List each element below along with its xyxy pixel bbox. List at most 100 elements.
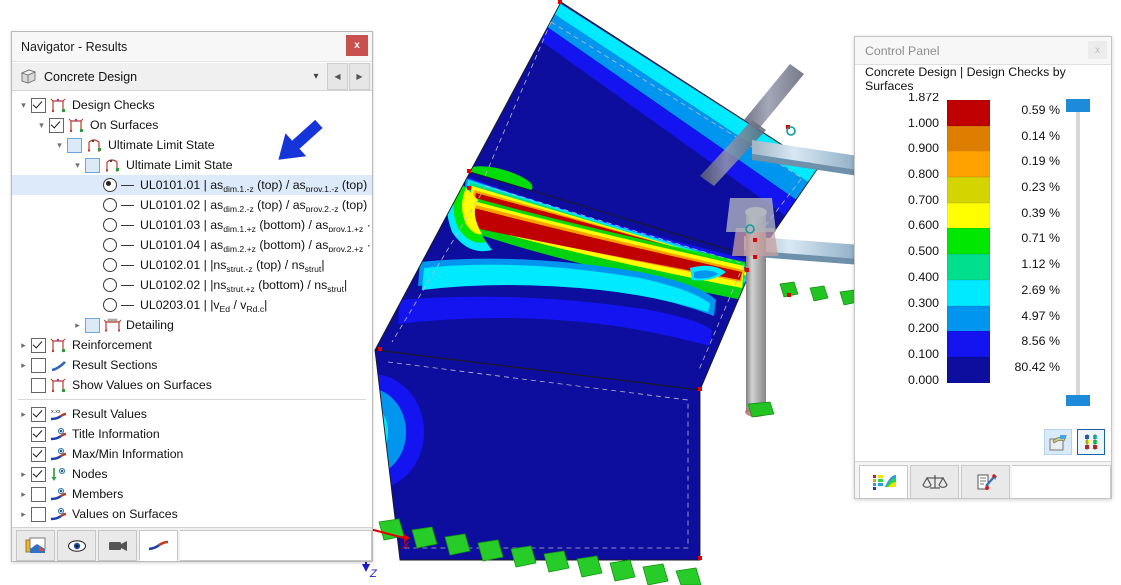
legend-color-swatch[interactable] — [947, 177, 990, 204]
navigator-close-button[interactable]: x — [346, 35, 368, 56]
legend-color-swatch[interactable] — [947, 254, 990, 281]
control-panel-tool-buttons[interactable] — [1044, 429, 1105, 455]
tree-item-label: UL0101.04 | asdim,2,+z (bottom) / asprov… — [140, 238, 372, 252]
checkbox-show-values-on-surfaces[interactable] — [31, 377, 46, 393]
chevron-right-icon[interactable]: ▸ — [16, 404, 31, 424]
tree-item-on-surfaces[interactable]: ▾ On Surfaces — [12, 115, 372, 135]
rainbow-icon — [50, 527, 67, 528]
checkbox-title-information[interactable] — [31, 426, 46, 442]
tree-item-detailing[interactable]: ▸ Detailing — [12, 315, 372, 335]
checkbox-result-values[interactable] — [31, 406, 46, 422]
tree-item-maxmin-information[interactable]: Max/Min Information — [12, 444, 372, 464]
chevron-down-icon[interactable]: ▾ — [16, 95, 31, 115]
checkbox-type-of-display[interactable] — [31, 526, 46, 527]
tree-item-label: UL0102.01 | |nsstrut,-z (top) / nsstrut| — [140, 258, 325, 272]
checkbox-nodes[interactable] — [31, 466, 46, 482]
radio-ul0203-01[interactable] — [103, 298, 117, 312]
chevron-down-icon[interactable]: ▾ — [34, 115, 49, 135]
line-style-swatch — [121, 264, 134, 266]
legend-color-swatch[interactable] — [947, 305, 990, 332]
navigator-title: Navigator - Results — [21, 39, 128, 54]
checkbox-detailing[interactable] — [85, 317, 100, 333]
legend-color-swatch[interactable] — [947, 279, 990, 306]
triangle-left-icon[interactable]: ◀ — [327, 63, 348, 90]
checkbox-ultimate-limit-state-2[interactable] — [85, 157, 100, 173]
tab-project[interactable] — [16, 530, 55, 561]
chevron-right-icon[interactable]: ▸ — [16, 464, 31, 484]
tree-item-ul0101-02[interactable]: UL0101.02 | asdim,2,-z (top) / asprov,2,… — [12, 195, 372, 215]
tree-item-reinforcement[interactable]: ▸ Reinforcement — [12, 335, 372, 355]
radio-ul0101-01[interactable] — [103, 178, 117, 192]
legend-color-swatch[interactable] — [947, 356, 990, 383]
legend-color-swatch[interactable] — [947, 228, 990, 255]
chevron-down-icon[interactable]: ▾ — [52, 135, 67, 155]
tree-item-ul0101-03[interactable]: UL0101.03 | asdim,1,+z (bottom) / asprov… — [12, 215, 372, 235]
tree-item-nodes[interactable]: ▸ Nodes — [12, 464, 372, 484]
tree-item-values-on-surfaces[interactable]: ▸ Values on Surfaces — [12, 504, 372, 524]
legend-color-swatch[interactable] — [947, 331, 990, 358]
legend-color-swatch[interactable] — [947, 100, 990, 126]
cptab-factors[interactable] — [910, 465, 959, 498]
tree-item-show-values-on-surfaces[interactable]: Show Values on Surfaces — [12, 375, 372, 395]
tree-item-label: Nodes — [72, 467, 108, 481]
tree-item-label: Reinforcement — [72, 338, 152, 352]
legend-color-swatch[interactable] — [947, 202, 990, 229]
results-tree[interactable]: ▾ Design Checks ▾ On Surfaces ▾ Ultimate Limi… — [12, 91, 372, 527]
radio-ul0101-02[interactable] — [103, 198, 117, 212]
tree-item-ultimate-limit-state-1[interactable]: ▾ Ultimate Limit State — [12, 135, 372, 155]
checkbox-reinforcement[interactable] — [31, 337, 46, 353]
chevron-right-icon[interactable]: ▸ — [16, 524, 31, 527]
upper-limit-handle[interactable] — [1066, 99, 1090, 112]
tab-display[interactable] — [57, 530, 96, 561]
tree-item-result-sections-1[interactable]: ▸ Result Sections — [12, 355, 372, 375]
chevron-down-icon[interactable]: ▾ — [70, 155, 85, 175]
tree-item-members[interactable]: ▸ Members — [12, 484, 372, 504]
checkbox-maxmin-information[interactable] — [31, 446, 46, 462]
triangle-right-icon[interactable]: ▶ — [349, 63, 370, 90]
color-scale-icon[interactable] — [1077, 429, 1105, 455]
control-panel-close-button[interactable]: x — [1088, 41, 1107, 59]
design-check-icon — [50, 378, 67, 393]
chevron-right-icon[interactable]: ▸ — [16, 355, 31, 375]
radio-ul0101-03[interactable] — [103, 218, 117, 232]
cptab-filter[interactable] — [961, 465, 1010, 498]
radio-ul0102-02[interactable] — [103, 278, 117, 292]
checkbox-members[interactable] — [31, 486, 46, 502]
navigator-results-window[interactable]: Navigator - Results x Concrete Design ▾ … — [11, 31, 373, 562]
tree-item-ul0102-01[interactable]: UL0102.01 | |nsstrut,-z (top) / nsstrut| — [12, 255, 372, 275]
chevron-down-icon[interactable]: ▾ — [306, 64, 326, 89]
radio-ul0101-04[interactable] — [103, 238, 117, 252]
legend-range-slider[interactable] — [1066, 99, 1090, 406]
tree-item-title-information[interactable]: Title Information — [12, 424, 372, 444]
tree-item-ul0203-01[interactable]: UL0203.01 | |vEd / vRd,c| — [12, 295, 372, 315]
navigator-tabbar[interactable] — [12, 527, 372, 561]
tree-item-label: UL0101.03 | asdim,1,+z (bottom) / asprov… — [140, 218, 372, 232]
design-module-selector[interactable]: Concrete Design ▾ ◀ ▶ — [12, 62, 372, 91]
legend-color-swatch[interactable] — [947, 151, 990, 178]
legend-color-swatch[interactable] — [947, 125, 990, 152]
chevron-right-icon[interactable]: ▸ — [16, 335, 31, 355]
cptab-color-spectrum[interactable] — [859, 465, 908, 498]
control-panel-window[interactable]: Control Panel x Concrete Design | Design… — [854, 36, 1112, 499]
checkbox-ultimate-limit-state-1[interactable] — [67, 137, 82, 153]
tree-item-ul0102-02[interactable]: UL0102.02 | |nsstrut,+z (bottom) / nsstr… — [12, 275, 372, 295]
tree-item-ul0101-04[interactable]: UL0101.04 | asdim,2,+z (bottom) / asprov… — [12, 235, 372, 255]
tree-item-ul0101-01[interactable]: UL0101.01 | asdim,1,-z (top) / asprov,1,… — [12, 175, 372, 195]
tree-item-type-of-display[interactable]: ▸Type of display — [12, 524, 372, 527]
tab-views[interactable] — [98, 530, 137, 561]
checkbox-design-checks[interactable] — [31, 97, 46, 113]
radio-ul0102-01[interactable] — [103, 258, 117, 272]
chevron-right-icon[interactable]: ▸ — [70, 315, 85, 335]
tree-item-design-checks[interactable]: ▾ Design Checks — [12, 95, 372, 115]
tree-item-result-values[interactable]: ▸ x.xx Result Values — [12, 404, 372, 424]
checkbox-result-sections-1[interactable] — [31, 357, 46, 373]
checkbox-values-on-surfaces[interactable] — [31, 506, 46, 522]
checkbox-on-surfaces[interactable] — [49, 117, 64, 133]
chevron-right-icon[interactable]: ▸ — [16, 484, 31, 504]
panel-settings-icon[interactable] — [1044, 429, 1072, 455]
tree-item-ultimate-limit-state-2[interactable]: ▾ Ultimate Limit State — [12, 155, 372, 175]
control-panel-tabbar[interactable] — [855, 461, 1111, 498]
chevron-right-icon[interactable]: ▸ — [16, 504, 31, 524]
lower-limit-handle[interactable] — [1066, 395, 1090, 406]
tab-results[interactable] — [139, 530, 178, 561]
